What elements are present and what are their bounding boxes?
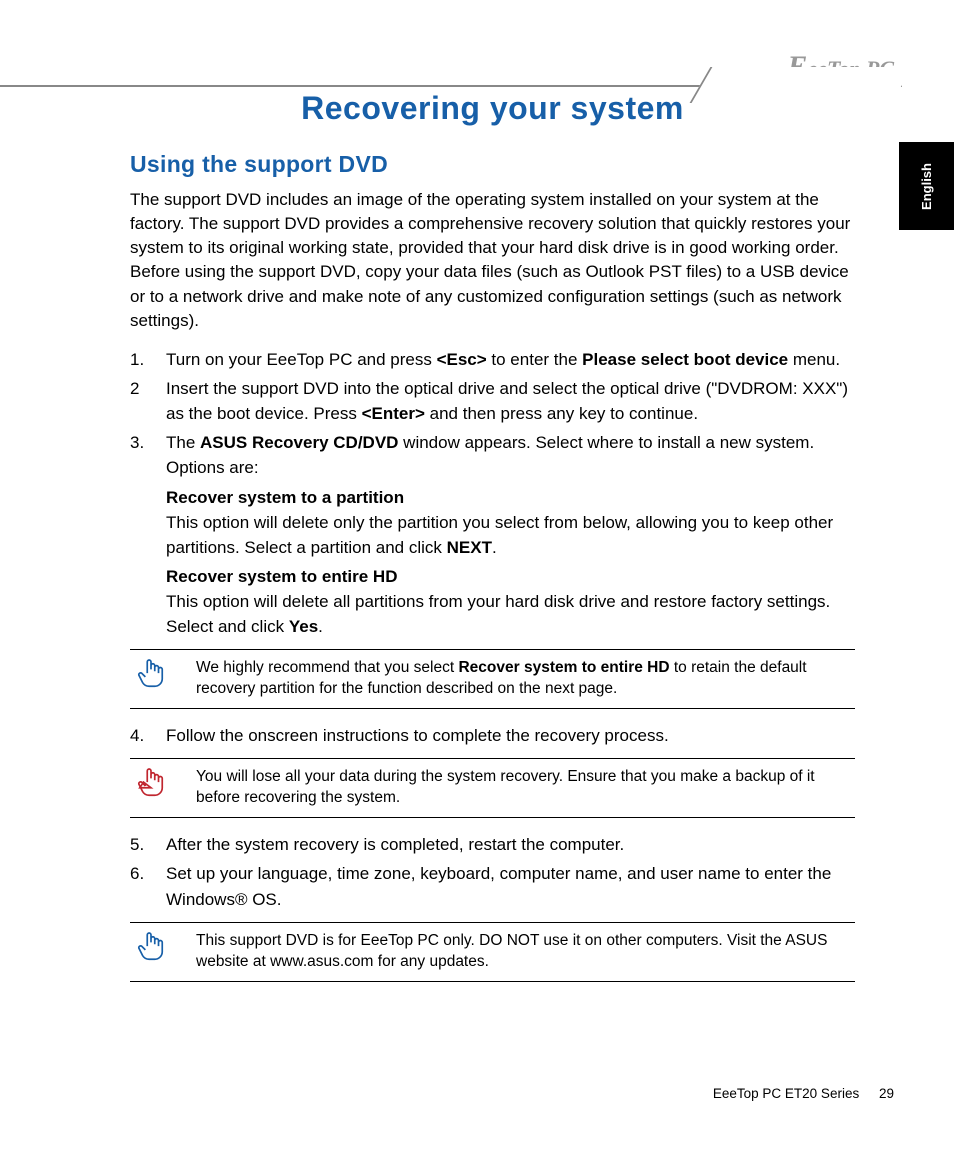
step-4: 4. Follow the onscreen instructions to c…	[130, 723, 855, 748]
note-warning: You will lose all your data during the s…	[130, 758, 855, 818]
steps-list: 1. Turn on your EeeTop PC and press <Esc…	[130, 347, 855, 640]
hand-icon	[136, 658, 166, 697]
page-content: Recovering your system Using the support…	[130, 90, 855, 996]
page-footer: EeeTop PC ET20 Series 29	[713, 1086, 894, 1101]
note-support-dvd: This support DVD is for EeeTop PC only. …	[130, 922, 855, 982]
section-heading: Using the support DVD	[130, 151, 855, 178]
step-6: 6. Set up your language, time zone, keyb…	[130, 861, 855, 911]
option-2-heading: Recover system to entire HD	[166, 564, 855, 589]
note-recommend: We highly recommend that you select Reco…	[130, 649, 855, 709]
language-tab: English	[899, 142, 954, 230]
option-2-text: This option will delete all partitions f…	[166, 589, 855, 639]
steps-list-cont1: 4. Follow the onscreen instructions to c…	[130, 723, 855, 748]
intro-paragraph: The support DVD includes an image of the…	[130, 188, 855, 333]
step-2: 2 Insert the support DVD into the optica…	[130, 376, 855, 426]
warning-hand-icon	[136, 767, 166, 806]
step-1: 1. Turn on your EeeTop PC and press <Esc…	[130, 347, 855, 372]
option-1-text: This option will delete only the partiti…	[166, 510, 855, 560]
step-3: 3. The ASUS Recovery CD/DVD window appea…	[130, 430, 855, 639]
page-title: Recovering your system	[130, 90, 855, 127]
footer-series: EeeTop PC ET20 Series	[713, 1086, 859, 1101]
page-number: 29	[879, 1086, 894, 1101]
option-1-heading: Recover system to a partition	[166, 485, 855, 510]
step-5: 5. After the system recovery is complete…	[130, 832, 855, 857]
hand-icon	[136, 931, 166, 970]
steps-list-cont2: 5. After the system recovery is complete…	[130, 832, 855, 911]
header-rule	[0, 85, 902, 87]
